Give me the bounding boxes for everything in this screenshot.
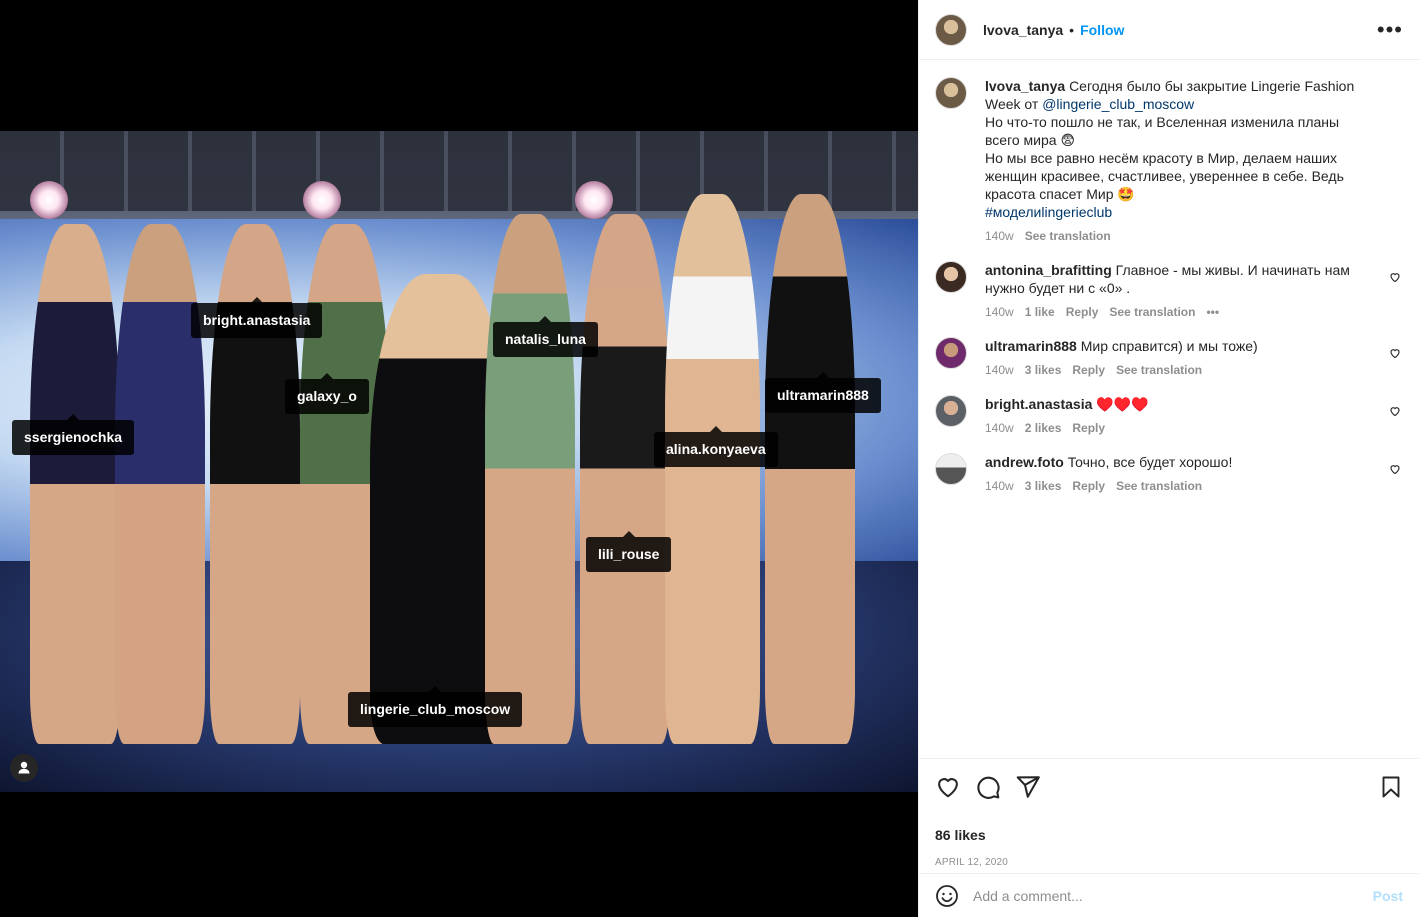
stage-light xyxy=(303,181,341,219)
timestamp[interactable]: 140w xyxy=(985,361,1014,379)
timestamp[interactable]: 140w xyxy=(985,303,1014,321)
user-tag[interactable]: lili_rouse xyxy=(586,531,672,572)
user-tag[interactable]: alina.konyaeva xyxy=(654,426,778,467)
comment-bubble-icon[interactable] xyxy=(975,774,1001,800)
likes-count[interactable]: 3 likes xyxy=(1025,361,1062,379)
like-heart-icon[interactable] xyxy=(1389,271,1401,283)
user-tag[interactable]: natalis_luna xyxy=(493,316,598,357)
comment-text: ♥️♥️♥️ xyxy=(1096,396,1149,412)
avatar[interactable] xyxy=(935,261,967,293)
reply-button[interactable]: Reply xyxy=(1072,419,1105,437)
emoji-smiley-icon[interactable] xyxy=(935,884,959,908)
comment: bright.anastasia ♥️♥️♥️ 140w 2 likes Rep… xyxy=(935,395,1403,437)
likes-count[interactable]: 2 likes xyxy=(1025,419,1062,437)
stage-light xyxy=(575,181,613,219)
add-comment-bar: Post xyxy=(919,873,1419,917)
comment-username[interactable]: andrew.foto xyxy=(985,454,1064,470)
person-figure xyxy=(30,224,120,744)
caption-text: Но что-то пошло не так, и Вселенная изме… xyxy=(985,114,1340,148)
comment: ultramarin888 Мир справится) и мы тоже) … xyxy=(935,337,1403,379)
avatar[interactable] xyxy=(935,453,967,485)
hashtag-link[interactable]: #моделиlingerieclub xyxy=(985,204,1112,220)
share-send-icon[interactable] xyxy=(1015,774,1041,800)
avatar[interactable] xyxy=(935,395,967,427)
comment-username[interactable]: ultramarin888 xyxy=(985,338,1077,354)
like-heart-icon[interactable] xyxy=(1389,405,1401,417)
separator: • xyxy=(1069,21,1075,38)
person-figure xyxy=(115,224,205,744)
post-comment-button[interactable]: Post xyxy=(1373,888,1403,904)
comment-username[interactable]: antonina_brafitting xyxy=(985,262,1112,278)
comment-input[interactable] xyxy=(973,887,1373,904)
reply-button[interactable]: Reply xyxy=(1072,361,1105,379)
post-actions: 86 likes APRIL 12, 2020 xyxy=(919,758,1419,868)
comment-text: Точно, все будет хорошо! xyxy=(1067,454,1233,470)
avatar[interactable] xyxy=(935,337,967,369)
post-sidebar: lvova_tanya • Follow ••• lvova_tanya Сег… xyxy=(918,0,1419,917)
more-options-icon[interactable]: ••• xyxy=(1206,303,1219,321)
comments-list[interactable]: lvova_tanya Сегодня было бы закрытие Lin… xyxy=(919,61,1419,758)
post-photo[interactable]: bright.anastasia natalis_luna galaxy_o u… xyxy=(0,131,918,792)
person-figure xyxy=(485,214,575,744)
mention-link[interactable]: @lingerie_club_moscow xyxy=(1042,96,1194,112)
comment-username[interactable]: bright.anastasia xyxy=(985,396,1092,412)
see-translation-button[interactable]: See translation xyxy=(1116,477,1202,495)
reply-button[interactable]: Reply xyxy=(1066,303,1099,321)
caption-text: Но мы все равно несём красоту в Мир, дел… xyxy=(985,150,1344,202)
see-translation-button[interactable]: See translation xyxy=(1116,361,1202,379)
post-date: APRIL 12, 2020 xyxy=(935,857,1009,868)
likes-count[interactable]: 1 like xyxy=(1025,303,1055,321)
stage-light xyxy=(30,181,68,219)
person-figure xyxy=(665,194,760,744)
tagged-users-button[interactable] xyxy=(10,754,38,782)
post-header: lvova_tanya • Follow ••• xyxy=(919,0,1419,60)
user-tag[interactable]: ultramarin888 xyxy=(765,372,881,413)
likes-count[interactable]: 3 likes xyxy=(1025,477,1062,495)
like-heart-icon[interactable] xyxy=(935,774,961,800)
caption-username[interactable]: lvova_tanya xyxy=(985,78,1065,94)
post-likes-count[interactable]: 86 likes xyxy=(935,827,1403,843)
post-media: bright.anastasia natalis_luna galaxy_o u… xyxy=(0,0,918,917)
more-options-icon[interactable]: ••• xyxy=(1377,18,1403,41)
like-heart-icon[interactable] xyxy=(1389,463,1401,475)
caption: lvova_tanya Сегодня было бы закрытие Lin… xyxy=(935,77,1403,245)
see-translation-button[interactable]: See translation xyxy=(1109,303,1195,321)
avatar[interactable] xyxy=(935,13,967,46)
timestamp[interactable]: 140w xyxy=(985,419,1014,437)
person-figure xyxy=(765,194,855,744)
timestamp[interactable]: 140w xyxy=(985,477,1014,495)
author-username[interactable]: lvova_tanya xyxy=(983,22,1063,38)
user-tag[interactable]: ssergienochka xyxy=(12,414,135,455)
user-tag[interactable]: galaxy_o xyxy=(285,373,369,414)
user-tag[interactable]: bright.anastasia xyxy=(191,297,323,338)
timestamp[interactable]: 140w xyxy=(985,227,1014,245)
comment: andrew.foto Точно, все будет хорошо! 140… xyxy=(935,453,1403,495)
like-heart-icon[interactable] xyxy=(1389,347,1401,359)
comment: antonina_brafitting Главное - мы живы. И… xyxy=(935,261,1403,321)
see-translation-button[interactable]: See translation xyxy=(1025,227,1111,245)
avatar[interactable] xyxy=(935,77,967,109)
user-icon xyxy=(18,761,30,774)
person-figure xyxy=(580,214,670,744)
bookmark-save-icon[interactable] xyxy=(1379,775,1403,799)
reply-button[interactable]: Reply xyxy=(1072,477,1105,495)
follow-button[interactable]: Follow xyxy=(1080,22,1124,38)
comment-text: Мир справится) и мы тоже) xyxy=(1080,338,1258,354)
user-tag[interactable]: lingerie_club_moscow xyxy=(348,686,523,727)
